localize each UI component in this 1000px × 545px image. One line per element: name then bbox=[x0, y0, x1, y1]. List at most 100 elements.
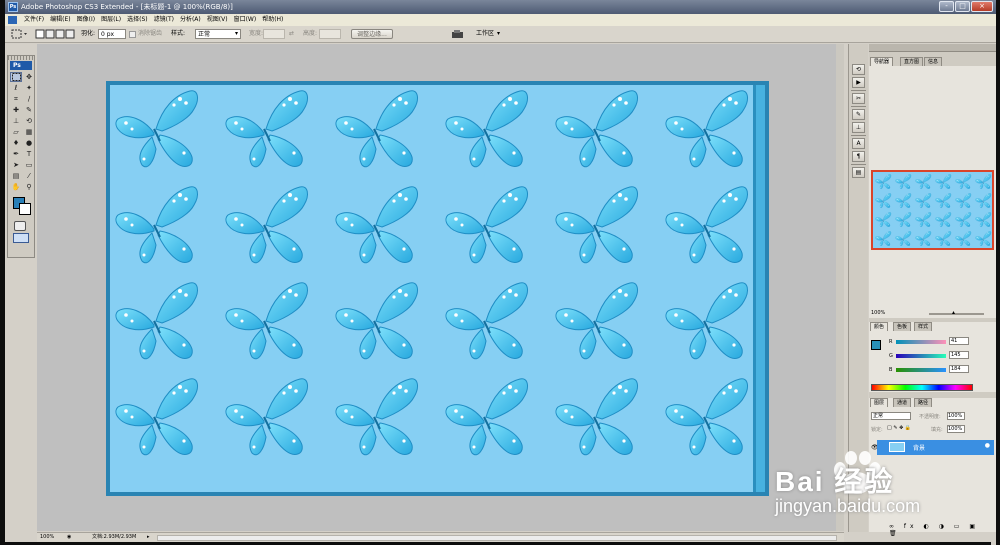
brushes-panel-icon[interactable]: ✎ bbox=[852, 109, 865, 120]
tool-preset-picker[interactable] bbox=[11, 29, 29, 39]
menu-window[interactable]: 窗口(W) bbox=[231, 14, 260, 26]
antialias-checkbox[interactable] bbox=[129, 31, 136, 38]
paragraph-panel-icon[interactable]: ¶ bbox=[852, 151, 865, 162]
panel-grip[interactable] bbox=[869, 44, 996, 52]
feather-input[interactable]: 0 px bbox=[98, 29, 126, 39]
tab-layers[interactable]: 图层 bbox=[870, 398, 889, 407]
navigator-preview[interactable] bbox=[871, 170, 994, 250]
height-input bbox=[319, 29, 341, 39]
butterfly-pattern-tile bbox=[664, 89, 752, 173]
tab-channels[interactable]: 通道 bbox=[893, 398, 912, 407]
channel-b-input[interactable]: 184 bbox=[949, 365, 969, 373]
status-info-icon[interactable]: ◉ bbox=[67, 533, 71, 542]
tab-navigator[interactable]: 导航器 bbox=[870, 57, 894, 66]
menu-file[interactable]: 文件(F) bbox=[21, 14, 47, 26]
toolbox-grip[interactable] bbox=[8, 56, 34, 60]
healing-tool-icon[interactable]: ✚ bbox=[10, 105, 22, 115]
channel-g-input[interactable]: 145 bbox=[949, 351, 969, 359]
character-panel-icon[interactable]: A bbox=[852, 138, 865, 149]
navigator-thumb-tile bbox=[895, 231, 912, 247]
type-tool-icon[interactable]: T bbox=[23, 149, 35, 159]
color-spectrum-bar[interactable] bbox=[871, 384, 973, 391]
navigator-zoom-slider[interactable] bbox=[929, 313, 984, 315]
stamp-tool-icon[interactable]: ⊥ bbox=[10, 116, 22, 126]
color-panel-fg-swatch[interactable] bbox=[871, 340, 881, 350]
menu-view[interactable]: 视图(V) bbox=[204, 14, 231, 26]
maximize-button[interactable]: □ bbox=[955, 1, 970, 12]
blur-tool-icon[interactable]: ♦ bbox=[10, 138, 22, 148]
menu-edit[interactable]: 编辑(E) bbox=[47, 14, 73, 26]
clone-source-icon[interactable]: ⊥ bbox=[852, 122, 865, 133]
channel-b-bar[interactable] bbox=[896, 368, 946, 372]
lock-icons[interactable]: □ ✎ ✥ 🔒 bbox=[887, 425, 911, 431]
navigator-thumb-tile bbox=[975, 231, 992, 247]
magic-wand-tool-icon[interactable]: ✦ bbox=[23, 83, 35, 93]
watermark-url: jingyan.baidu.com bbox=[775, 496, 921, 516]
photoshop-window: Ps Adobe Photoshop CS3 Extended - [未标题-1… bbox=[5, 0, 996, 545]
butterfly-pattern-tile bbox=[664, 185, 752, 269]
channel-r-input[interactable]: 41 bbox=[949, 337, 969, 345]
shape-tool-icon[interactable]: ▭ bbox=[23, 160, 35, 170]
selection-mode-buttons[interactable] bbox=[35, 29, 75, 39]
menu-analysis[interactable]: 分析(A) bbox=[177, 14, 204, 26]
eraser-tool-icon[interactable]: ▱ bbox=[10, 127, 22, 137]
history-panel-icon[interactable]: ⟲ bbox=[852, 64, 865, 75]
status-zoom[interactable]: 100% bbox=[40, 533, 54, 542]
fill-input[interactable]: 100% bbox=[947, 425, 965, 433]
channel-g-bar[interactable] bbox=[896, 354, 946, 358]
palette-well-icon[interactable] bbox=[451, 29, 465, 39]
tab-swatches[interactable]: 色板 bbox=[893, 322, 912, 331]
crop-tool-icon[interactable]: ⌗ bbox=[10, 94, 22, 104]
zoom-handle-icon[interactable]: ▴ bbox=[952, 309, 955, 316]
eyedropper-tool-icon[interactable]: ⁄ bbox=[23, 171, 35, 181]
hand-tool-icon[interactable]: ✋ bbox=[10, 182, 22, 192]
slice-tool-icon[interactable]: ∕ bbox=[23, 94, 35, 104]
move-tool-icon[interactable]: ✥ bbox=[23, 72, 35, 82]
toolbox-logo: Ps bbox=[10, 61, 32, 70]
layer-comps-icon[interactable]: ▤ bbox=[852, 167, 865, 178]
menu-image[interactable]: 图像(I) bbox=[74, 14, 98, 26]
marquee-tool-icon[interactable] bbox=[10, 72, 22, 82]
ps-menu-icon[interactable] bbox=[8, 16, 17, 24]
dodge-tool-icon[interactable]: ● bbox=[23, 138, 35, 148]
notes-tool-icon[interactable]: ▤ bbox=[10, 171, 22, 181]
close-button[interactable]: × bbox=[971, 1, 993, 12]
tab-paths[interactable]: 路径 bbox=[914, 398, 933, 407]
navigator-thumb-tile bbox=[975, 212, 992, 228]
path-select-tool-icon[interactable]: ➤ bbox=[10, 160, 22, 170]
navigator-zoom[interactable]: 100% bbox=[871, 310, 885, 316]
app-icon[interactable]: Ps bbox=[8, 2, 18, 12]
horizontal-scrollbar[interactable] bbox=[157, 535, 837, 541]
butterfly-pattern-tile bbox=[444, 89, 532, 173]
menu-select[interactable]: 选择(S) bbox=[124, 14, 151, 26]
actions-panel-icon[interactable]: ▶ bbox=[852, 77, 865, 88]
tab-info[interactable]: 信息 bbox=[924, 57, 943, 66]
document-canvas[interactable] bbox=[106, 81, 769, 496]
brush-tool-icon[interactable]: ✎ bbox=[23, 105, 35, 115]
butterfly-pattern-tile bbox=[554, 185, 642, 269]
refine-edge-button[interactable]: 调整边缘... bbox=[351, 29, 393, 39]
blend-mode-select[interactable]: 正常 bbox=[871, 412, 911, 420]
tab-histogram[interactable]: 直方图 bbox=[900, 57, 924, 66]
opacity-input[interactable]: 100% bbox=[947, 412, 965, 420]
background-color[interactable] bbox=[19, 203, 31, 215]
minimize-button[interactable]: - bbox=[939, 1, 954, 12]
workspace-menu[interactable]: 工作区 bbox=[476, 29, 494, 39]
zoom-tool-icon[interactable]: ⚲ bbox=[23, 182, 35, 192]
lasso-tool-icon[interactable]: ℓ bbox=[10, 83, 22, 93]
quick-mask-icon[interactable] bbox=[14, 221, 26, 231]
menu-filter[interactable]: 滤镜(T) bbox=[151, 14, 177, 26]
status-menu-chevron-icon[interactable]: ▸ bbox=[147, 533, 150, 542]
pen-tool-icon[interactable]: ✒ bbox=[10, 149, 22, 159]
tool-presets-icon[interactable]: ✂ bbox=[852, 93, 865, 104]
tab-styles[interactable]: 样式 bbox=[914, 322, 933, 331]
menu-help[interactable]: 帮助(H) bbox=[259, 14, 286, 26]
gradient-tool-icon[interactable]: ▦ bbox=[23, 127, 35, 137]
history-brush-tool-icon[interactable]: ⟲ bbox=[23, 116, 35, 126]
navigator-thumb-tile bbox=[915, 174, 932, 190]
butterfly-pattern-tile bbox=[664, 377, 752, 461]
menu-layer[interactable]: 图层(L) bbox=[98, 14, 124, 26]
screen-mode-icon[interactable] bbox=[13, 233, 29, 243]
channel-r-bar[interactable] bbox=[896, 340, 946, 344]
tab-color[interactable]: 颜色 bbox=[870, 322, 889, 331]
